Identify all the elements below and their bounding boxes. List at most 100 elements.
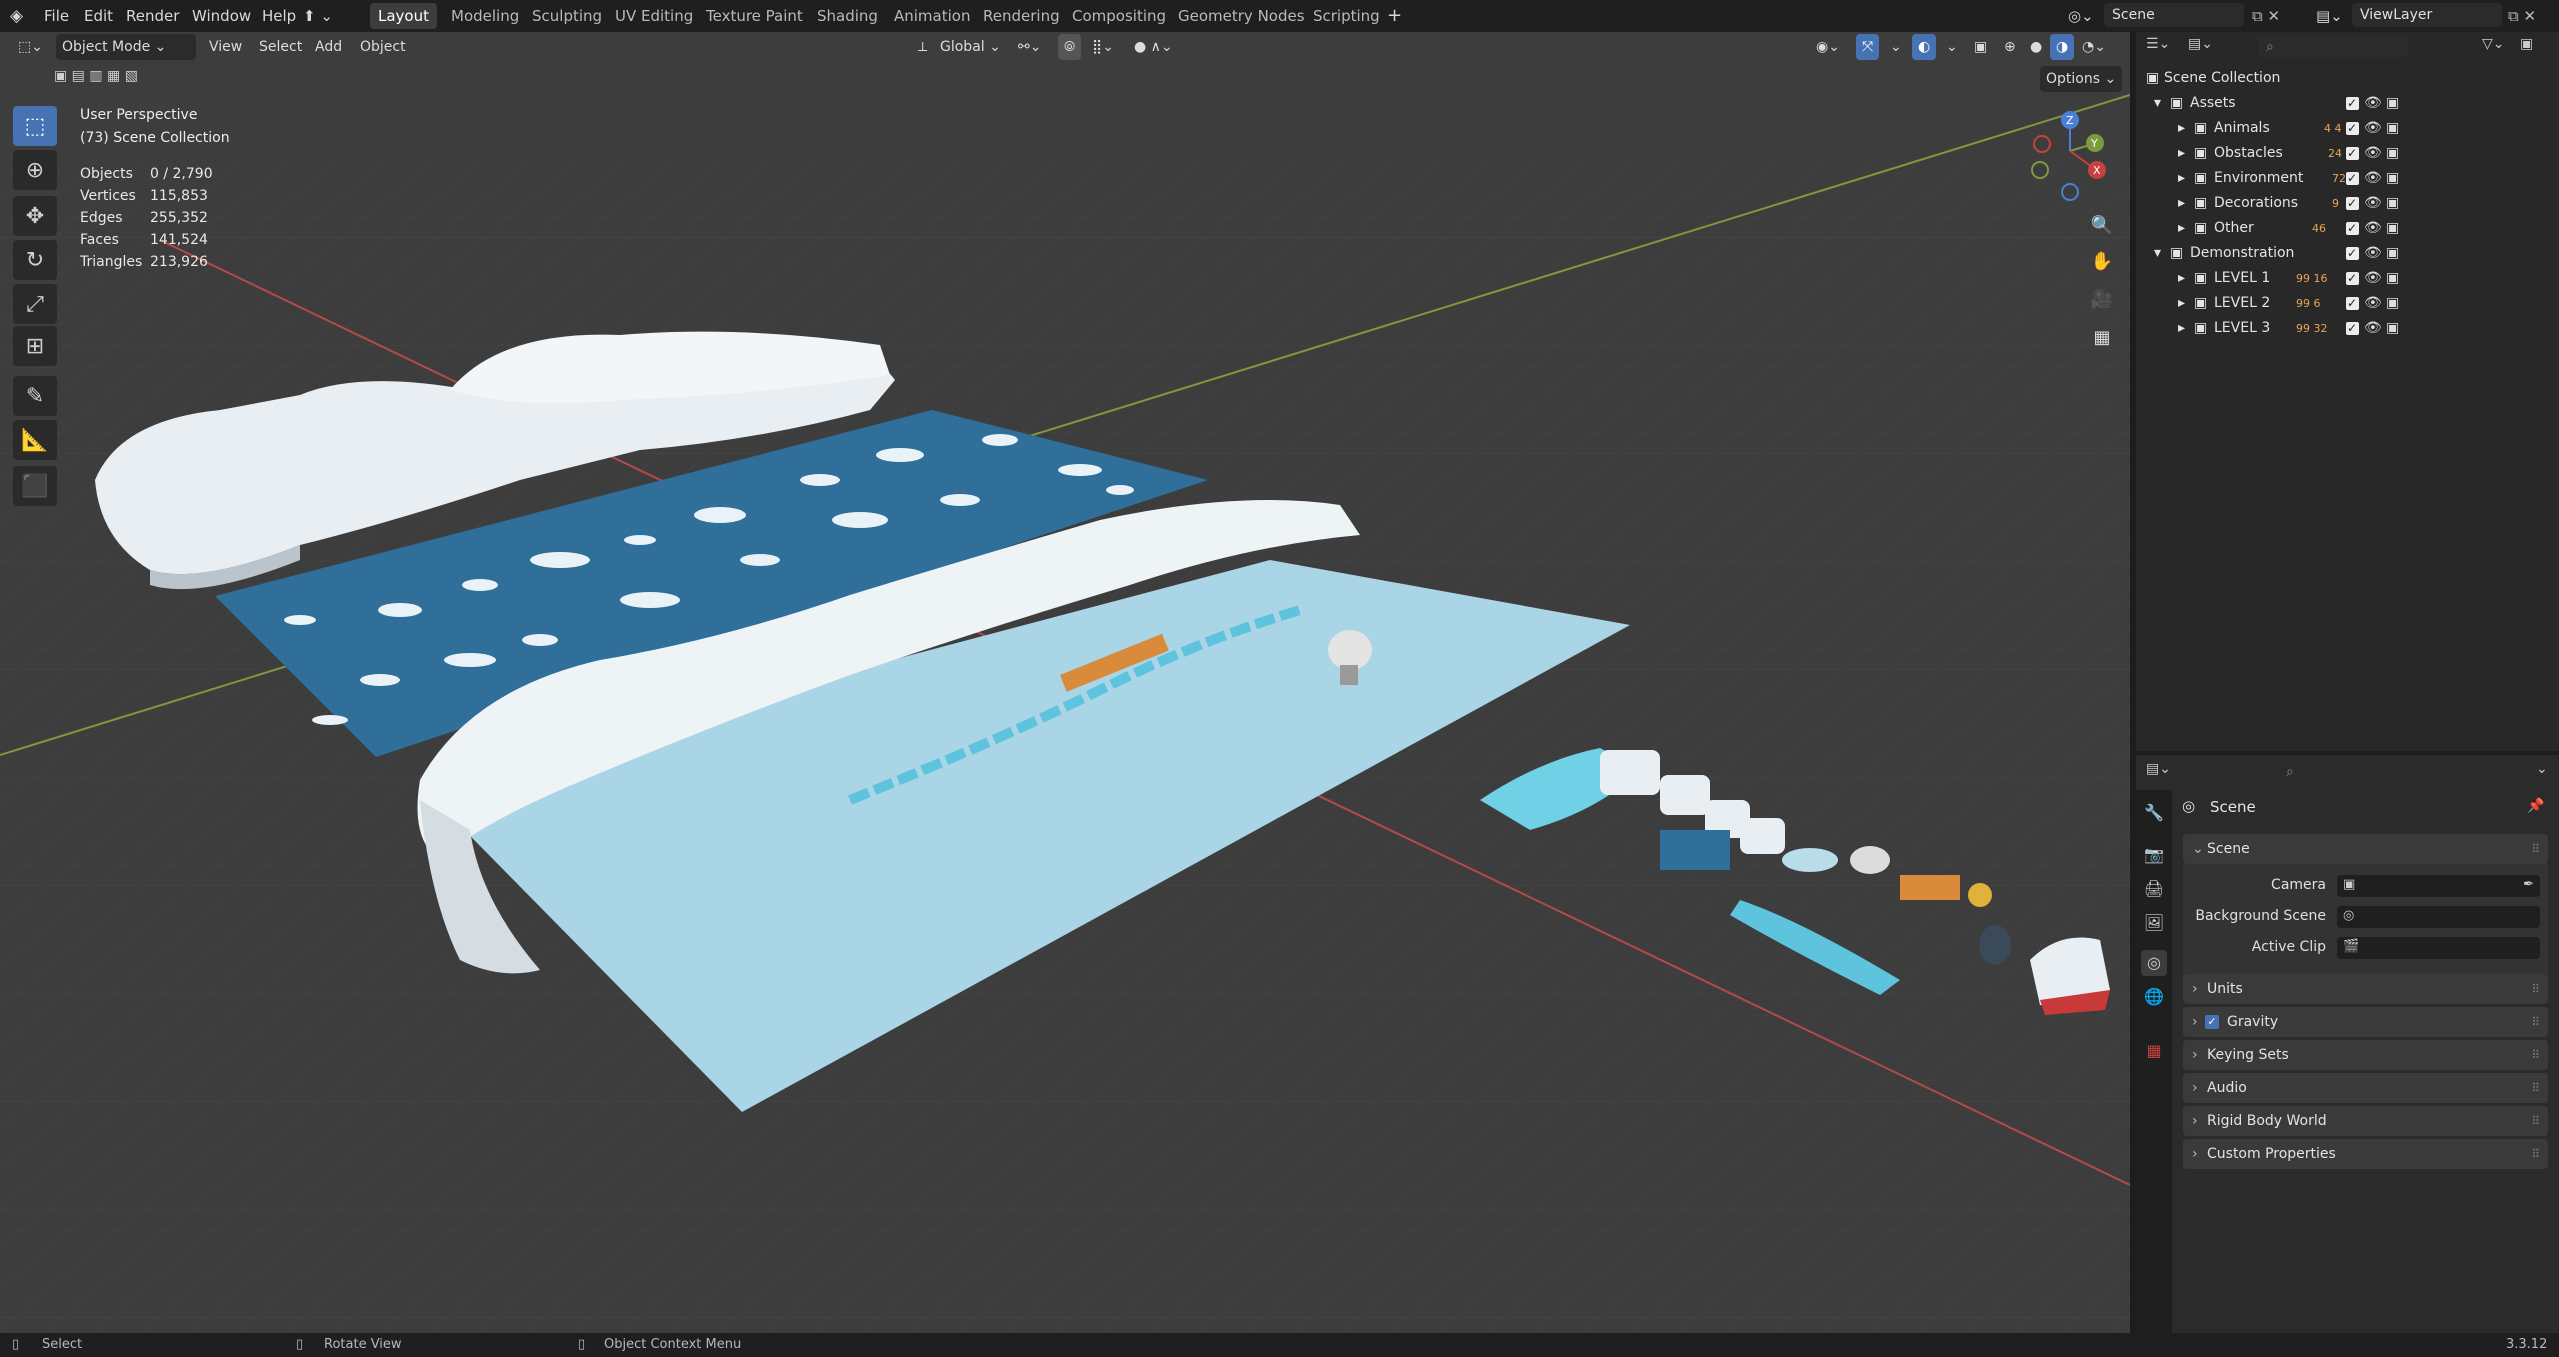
render-camera-icon[interactable]: ▣ bbox=[2386, 166, 2399, 191]
rendered-shading-icon[interactable]: ◔⌄ bbox=[2076, 34, 2112, 60]
visibility-icon[interactable]: ◉⌄ bbox=[1810, 34, 1846, 60]
tab-geometry-nodes[interactable]: Geometry Nodes bbox=[1170, 3, 1313, 29]
gizmo-neg-y-handle[interactable] bbox=[2031, 161, 2049, 179]
eye-icon[interactable]: 👁 bbox=[2364, 141, 2382, 166]
render-tab-icon[interactable]: 📷 bbox=[2141, 842, 2167, 868]
menu-add[interactable]: Add bbox=[309, 34, 348, 60]
tab-texture-paint[interactable]: Texture Paint bbox=[698, 3, 811, 29]
eye-icon[interactable]: 👁 bbox=[2364, 91, 2382, 116]
ortho-grid-icon[interactable]: ▦ bbox=[2087, 322, 2117, 352]
material-shading-icon[interactable]: ◑ bbox=[2050, 34, 2075, 60]
display-mode-icon[interactable]: ▤⌄ bbox=[2188, 36, 2213, 52]
tab-scripting[interactable]: Scripting bbox=[1305, 3, 1388, 29]
exclude-checkbox[interactable] bbox=[2346, 91, 2359, 116]
gizmo-neg-z-handle[interactable] bbox=[2061, 183, 2079, 201]
new-collection-icon[interactable]: ▣ bbox=[2520, 36, 2533, 52]
gravity-checkbox[interactable]: ✓ bbox=[2205, 1015, 2219, 1029]
exclude-checkbox[interactable] bbox=[2346, 291, 2359, 316]
eye-icon[interactable]: 👁 bbox=[2364, 116, 2382, 141]
overlay-toggle-icon[interactable]: ◐ bbox=[1912, 34, 1937, 60]
tree-row-decorations[interactable]: ▸ ▣ Decorations 9 👁 ▣ bbox=[2136, 191, 2559, 216]
outliner-editor-icon[interactable]: ☰⌄ bbox=[2146, 36, 2170, 52]
render-camera-icon[interactable]: ▣ bbox=[2386, 116, 2399, 141]
expand-arrow-icon[interactable]: ▸ bbox=[2178, 166, 2185, 191]
exclude-checkbox[interactable] bbox=[2346, 216, 2359, 241]
tab-layout[interactable]: Layout bbox=[370, 3, 437, 29]
exclude-checkbox[interactable] bbox=[2346, 266, 2359, 291]
eye-icon[interactable]: 👁 bbox=[2364, 191, 2382, 216]
camera-field[interactable]: ▣ ✒ bbox=[2337, 875, 2540, 897]
menu-file[interactable]: File bbox=[44, 0, 69, 32]
tree-row-level-1[interactable]: ▸ ▣ LEVEL 1 99 16 👁 ▣ bbox=[2136, 266, 2559, 291]
expand-arrow-icon[interactable]: ▾ bbox=[2154, 241, 2161, 266]
annotate-tool-icon[interactable]: ✎ bbox=[13, 376, 57, 416]
tree-row-assets[interactable]: ▾ ▣ Assets 👁 ▣ bbox=[2136, 91, 2559, 116]
grip-icon[interactable]: ⠿ bbox=[2531, 834, 2540, 864]
menu-object[interactable]: Object bbox=[354, 34, 412, 60]
upload-icon[interactable]: ⬆ ⌄ bbox=[303, 0, 333, 32]
menu-select[interactable]: Select bbox=[253, 34, 308, 60]
scene-tab-icon[interactable]: ◎ bbox=[2141, 950, 2167, 976]
menu-view[interactable]: View bbox=[203, 34, 248, 60]
gravity-panel-header[interactable]: › ✓ Gravity ⠿ bbox=[2183, 1007, 2548, 1037]
view-layer-icon[interactable]: ▤⌄ bbox=[2316, 0, 2343, 32]
scene-panel-header[interactable]: ⌄ Scene ⠿ bbox=[2183, 834, 2548, 864]
render-camera-icon[interactable]: ▣ bbox=[2386, 316, 2399, 341]
units-panel-header[interactable]: › Units ⠿ bbox=[2183, 974, 2548, 1004]
render-camera-icon[interactable]: ▣ bbox=[2386, 216, 2399, 241]
texture-tab-icon[interactable]: ▦ bbox=[2141, 1038, 2167, 1064]
orientation-icon[interactable]: ⟂ bbox=[912, 34, 933, 60]
tree-row-scene-collection[interactable]: ▣ Scene Collection bbox=[2136, 66, 2559, 91]
exclude-checkbox[interactable] bbox=[2346, 116, 2359, 141]
tree-row-other[interactable]: ▸ ▣ Other 46 👁 ▣ bbox=[2136, 216, 2559, 241]
menu-window[interactable]: Window bbox=[192, 0, 251, 32]
exclude-checkbox[interactable] bbox=[2346, 141, 2359, 166]
snap-target-icon[interactable]: ⣿⌄ bbox=[1086, 34, 1120, 60]
select-mode-buttons[interactable]: ▣ ▤ ▥ ▦ ▧ bbox=[54, 68, 174, 90]
gizmo-dropdown-icon[interactable]: ⌄ bbox=[1884, 34, 1908, 60]
keying-sets-panel-header[interactable]: › Keying Sets ⠿ bbox=[2183, 1040, 2548, 1070]
custom-properties-panel-header[interactable]: › Custom Properties ⠿ bbox=[2183, 1139, 2548, 1169]
options-dropdown[interactable]: Options ⌄ bbox=[2040, 66, 2123, 92]
pin-icon[interactable]: 📌 bbox=[2527, 798, 2544, 814]
add-cube-tool-icon[interactable]: ⬛ bbox=[13, 466, 57, 506]
add-workspace-icon[interactable]: + bbox=[1387, 0, 1402, 32]
outliner-search-input[interactable]: ⌕ bbox=[2258, 36, 2408, 58]
menu-edit[interactable]: Edit bbox=[84, 0, 113, 32]
scene-icon[interactable]: ◎⌄ bbox=[2068, 0, 2094, 32]
properties-options-icon[interactable]: ⌄ bbox=[2536, 761, 2548, 777]
pan-hand-icon[interactable]: ✋ bbox=[2087, 246, 2117, 276]
cursor-tool-icon[interactable]: ⊕ bbox=[13, 150, 57, 190]
expand-arrow-icon[interactable]: ▸ bbox=[2178, 216, 2185, 241]
eye-icon[interactable]: 👁 bbox=[2364, 316, 2382, 341]
tab-shading[interactable]: Shading bbox=[809, 3, 886, 29]
tab-modeling[interactable]: Modeling bbox=[443, 3, 527, 29]
render-camera-icon[interactable]: ▣ bbox=[2386, 291, 2399, 316]
view-layer-tab-icon[interactable]: 🖼 bbox=[2141, 910, 2167, 936]
eye-icon[interactable]: 👁 bbox=[2364, 166, 2382, 191]
exclude-checkbox[interactable] bbox=[2346, 191, 2359, 216]
select-box-tool-icon[interactable]: ⬚ bbox=[13, 106, 57, 146]
transform-tool-icon[interactable]: ⊞ bbox=[13, 326, 57, 366]
render-camera-icon[interactable]: ▣ bbox=[2386, 141, 2399, 166]
tab-rendering[interactable]: Rendering bbox=[975, 3, 1068, 29]
render-camera-icon[interactable]: ▣ bbox=[2386, 91, 2399, 116]
eyedropper-icon[interactable]: ✒ bbox=[2523, 877, 2534, 892]
exclude-checkbox[interactable] bbox=[2346, 166, 2359, 191]
audio-panel-header[interactable]: › Audio ⠿ bbox=[2183, 1073, 2548, 1103]
tab-compositing[interactable]: Compositing bbox=[1064, 3, 1174, 29]
tree-row-environment[interactable]: ▸ ▣ Environment 72 👁 ▣ bbox=[2136, 166, 2559, 191]
menu-help[interactable]: Help bbox=[262, 0, 296, 32]
active-clip-field[interactable]: 🎬 bbox=[2337, 937, 2540, 959]
expand-arrow-icon[interactable]: ▾ bbox=[2154, 91, 2161, 116]
tree-row-obstacles[interactable]: ▸ ▣ Obstacles 24 👁 ▣ bbox=[2136, 141, 2559, 166]
output-tab-icon[interactable]: 🖨 bbox=[2141, 876, 2167, 902]
3d-viewport[interactable] bbox=[0, 32, 2130, 1333]
eye-icon[interactable]: 👁 bbox=[2364, 266, 2382, 291]
xray-icon[interactable]: ▣ bbox=[1968, 34, 1993, 60]
navigation-gizmo[interactable]: Z Y X bbox=[2020, 106, 2110, 206]
expand-arrow-icon[interactable]: ▸ bbox=[2178, 141, 2185, 166]
measure-tool-icon[interactable]: 📐 bbox=[13, 420, 57, 460]
grip-icon[interactable]: ⠿ bbox=[2531, 974, 2540, 1004]
scene-copy-icon[interactable]: ⧉ ✕ bbox=[2252, 0, 2280, 32]
